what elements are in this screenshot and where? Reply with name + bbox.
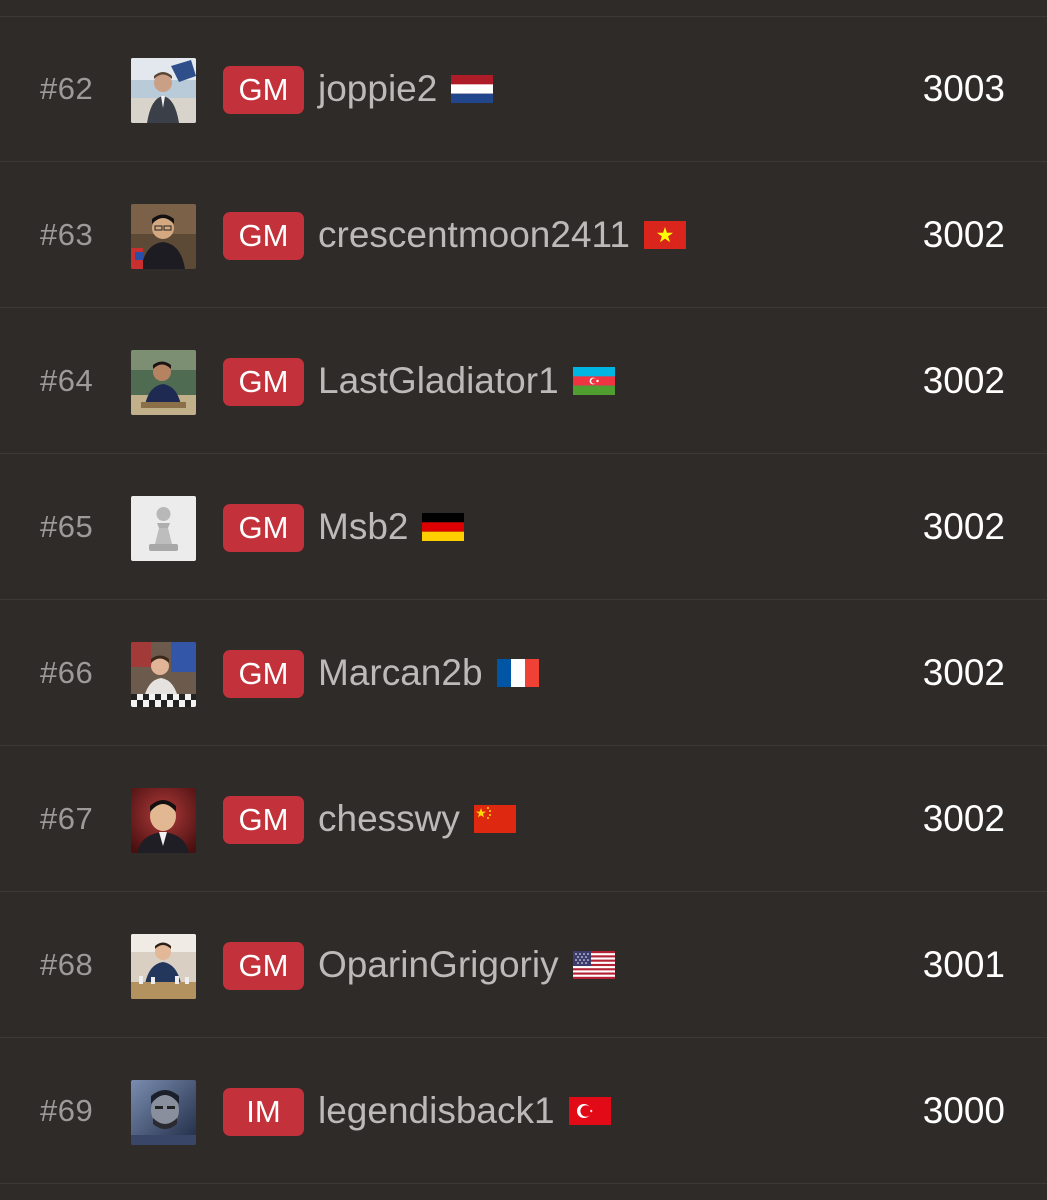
rank-label: #65 — [40, 509, 94, 544]
rank-label: #66 — [40, 655, 94, 690]
leaderboard-row[interactable]: #66 GM Marcan2b 3002 — [0, 601, 1047, 746]
rank-label: #68 — [40, 947, 94, 982]
title-badge: IM — [223, 1088, 304, 1136]
username-link[interactable]: OparinGrigoriy — [318, 944, 559, 986]
azerbaijan-flag-icon — [572, 367, 615, 395]
rank-label: #69 — [40, 1093, 94, 1128]
username-link[interactable]: Marcan2b — [318, 652, 483, 694]
leaderboard-row[interactable]: #65 GM Msb2 3002 — [0, 455, 1047, 600]
germany-flag-icon — [422, 513, 465, 541]
player-photo-icon — [131, 788, 196, 853]
username-link[interactable]: crescentmoon2411 — [318, 214, 630, 256]
vietnam-flag-icon — [643, 221, 686, 249]
netherlands-flag-icon — [451, 75, 494, 103]
rating-value: 3002 — [922, 214, 1005, 255]
leaderboard-row[interactable]: #62 GM joppie2 3003 — [0, 17, 1047, 162]
leaderboard-row[interactable]: #67 GM chesswy 3002 — [0, 747, 1047, 892]
leaderboard-row[interactable]: #68 GM OparinGrigoriy 3001 — [0, 893, 1047, 1038]
player-photo-icon — [131, 204, 196, 269]
rank-label: #64 — [40, 363, 94, 398]
player-photo-icon — [131, 642, 196, 707]
title-badge: GM — [223, 358, 304, 406]
rating-value: 3002 — [922, 652, 1005, 693]
player-photo-icon — [131, 58, 196, 123]
usa-flag-icon — [572, 951, 615, 979]
player-photo-icon — [131, 350, 196, 415]
title-badge: GM — [223, 942, 304, 990]
title-badge: GM — [223, 650, 304, 698]
username-link[interactable]: legendisback1 — [318, 1090, 555, 1132]
player-photo-icon — [131, 1080, 196, 1145]
username-link[interactable]: Msb2 — [318, 506, 408, 548]
rating-value: 3003 — [922, 68, 1005, 109]
title-badge: GM — [223, 66, 304, 114]
title-badge: GM — [223, 212, 304, 260]
leaderboard-row[interactable]: #64 GM LastGladiator1 3002 — [0, 309, 1047, 454]
leaderboard-row[interactable]: #69 IM legendisback1 3000 — [0, 1039, 1047, 1184]
turkey-flag-icon — [568, 1097, 611, 1125]
player-avatar[interactable] — [131, 204, 196, 269]
pawn-icon — [131, 496, 196, 561]
france-flag-icon — [496, 659, 539, 687]
player-avatar[interactable] — [131, 642, 196, 707]
player-avatar[interactable] — [131, 58, 196, 123]
player-avatar[interactable] — [131, 934, 196, 999]
rating-value: 3001 — [922, 944, 1005, 985]
rating-value: 3002 — [922, 798, 1005, 839]
rating-value: 3002 — [922, 360, 1005, 401]
player-avatar[interactable] — [131, 788, 196, 853]
player-avatar[interactable] — [131, 1080, 196, 1145]
leaderboard-list: #62 GM joppie2 3003 #63 GM crescentmoon2… — [0, 0, 1047, 1200]
player-photo-icon — [131, 934, 196, 999]
title-badge: GM — [223, 504, 304, 552]
leaderboard-row[interactable]: #63 GM crescentmoon2411 3002 — [0, 163, 1047, 308]
rating-value: 3000 — [922, 1090, 1005, 1131]
username-link[interactable]: joppie2 — [318, 68, 437, 110]
player-avatar[interactable] — [131, 350, 196, 415]
rank-label: #62 — [40, 71, 94, 106]
rank-label: #67 — [40, 801, 94, 836]
rating-value: 3002 — [922, 506, 1005, 547]
username-link[interactable]: chesswy — [318, 798, 460, 840]
rank-label: #63 — [40, 217, 94, 252]
username-link[interactable]: LastGladiator1 — [318, 360, 559, 402]
title-badge: GM — [223, 796, 304, 844]
china-flag-icon — [473, 805, 516, 833]
player-avatar[interactable] — [131, 496, 196, 561]
